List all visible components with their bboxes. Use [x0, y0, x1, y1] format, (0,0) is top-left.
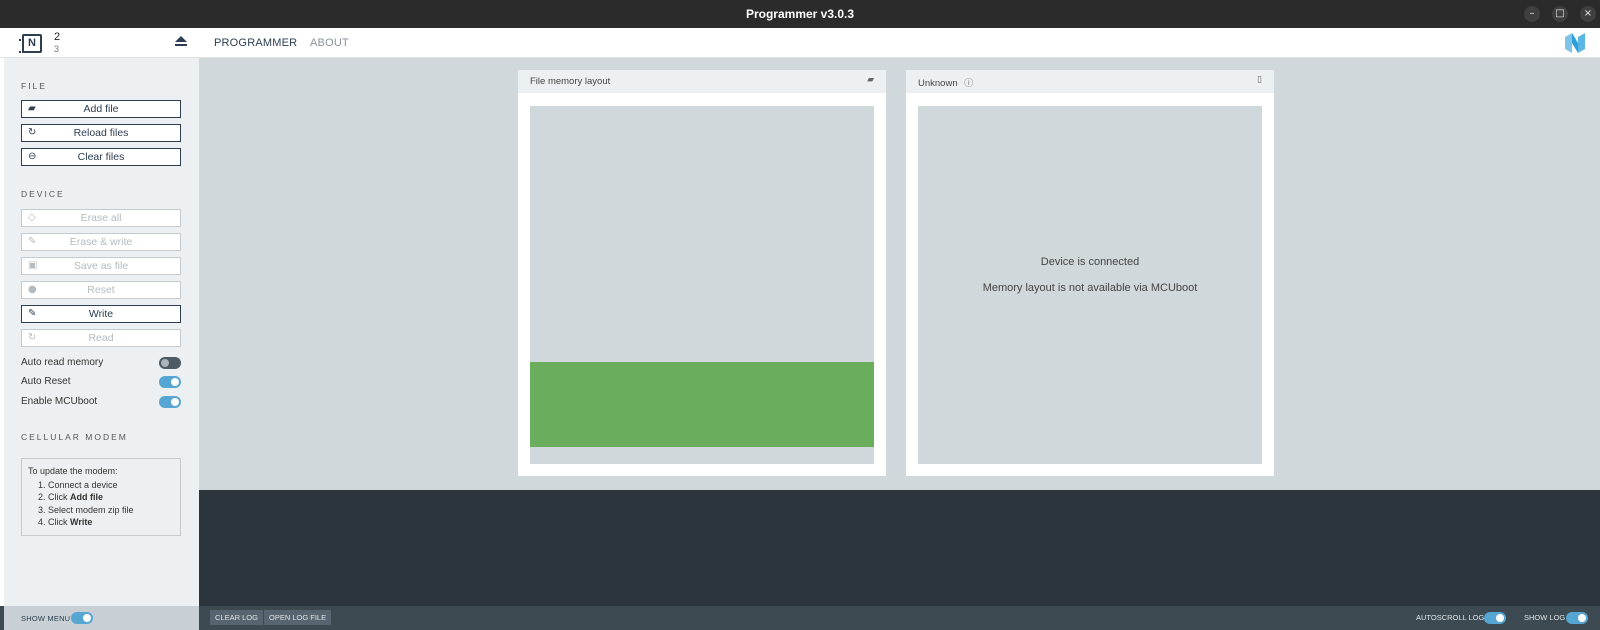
folder-open-icon: ▰	[28, 103, 36, 114]
minus-circle-icon: ⊖	[28, 151, 37, 162]
show-log-toggle[interactable]	[1566, 612, 1588, 624]
modem-steps: Connect a device Click Add file Select m…	[28, 479, 174, 529]
nordic-logo-icon	[1565, 33, 1585, 53]
auto-reset-label: Auto Reset	[21, 376, 71, 387]
auto-read-memory-label: Auto read memory	[21, 357, 104, 368]
maximize-icon[interactable]: □	[1552, 6, 1568, 22]
modem-instructions: To update the modem: Connect a device Cl…	[21, 458, 181, 536]
device-memory-map: Device is connected Memory layout is not…	[918, 106, 1262, 464]
clear-files-label: Clear files	[77, 151, 125, 163]
tab-programmer[interactable]: PROGRAMMER	[214, 37, 297, 49]
folder-icon[interactable]: ▰	[867, 75, 874, 85]
modem-step-3: Select modem zip file	[48, 504, 174, 517]
erase-all-button[interactable]: ◇ Erase all	[21, 209, 181, 227]
reload-files-button[interactable]: ↻ Reload files	[21, 124, 181, 142]
device-memory-header: Unknown ⓘ ▯	[906, 70, 1274, 93]
show-log-label: SHOW LOG	[1524, 613, 1566, 622]
add-file-button[interactable]: ▰ Add file	[21, 100, 181, 118]
eject-icon[interactable]	[175, 36, 187, 48]
record-icon: ●	[28, 284, 37, 295]
window-edge	[0, 530, 4, 580]
read-button[interactable]: ↻ Read	[21, 329, 181, 347]
top-nav: N 2 3 PROGRAMMER ABOUT	[0, 28, 1600, 58]
modem-intro: To update the modem:	[28, 466, 118, 476]
modem-step-1: Connect a device	[48, 479, 174, 492]
auto-read-memory-row: Auto read memory	[21, 357, 181, 371]
save-as-file-label: Save as file	[73, 260, 129, 272]
tab-about[interactable]: ABOUT	[310, 37, 349, 49]
layout-unavailable-message: Memory layout is not available via MCUbo…	[982, 282, 1198, 294]
device-id-secondary: 3	[54, 44, 60, 54]
erase-write-label: Erase & write	[69, 236, 133, 248]
auto-read-memory-toggle[interactable]	[159, 357, 181, 369]
file-memory-region[interactable]	[530, 362, 874, 447]
device-id[interactable]: 2	[54, 31, 60, 43]
device-section-title: DEVICE	[21, 189, 65, 199]
autoscroll-log-toggle[interactable]	[1484, 612, 1506, 624]
device-memory-title: Unknown	[918, 78, 958, 89]
erase-all-label: Erase all	[80, 212, 122, 224]
device-memory-card: Unknown ⓘ ▯ Device is connected Memory l…	[906, 70, 1274, 476]
write-label: Write	[88, 308, 114, 320]
clear-files-button[interactable]: ⊖ Clear files	[21, 148, 181, 166]
cellular-modem-section-title: CELLULAR MODEM	[21, 432, 128, 442]
add-file-label: Add file	[83, 103, 119, 115]
enable-mcuboot-label: Enable MCUboot	[21, 396, 98, 407]
close-icon[interactable]: ×	[1580, 6, 1596, 22]
pencil-icon: ✎	[28, 308, 37, 319]
window-title: Programmer v3.0.3	[745, 7, 855, 21]
reload-files-label: Reload files	[73, 127, 129, 139]
show-menu-label: SHOW MENU	[21, 614, 71, 623]
auto-reset-toggle[interactable]	[159, 376, 181, 388]
file-memory-map	[530, 106, 874, 464]
clear-log-button[interactable]: CLEAR LOG	[210, 610, 263, 625]
minimize-icon[interactable]: –	[1524, 6, 1540, 22]
reload-icon: ↻	[28, 332, 37, 343]
device-chip-icon[interactable]: N	[19, 34, 42, 53]
device-icon: ▯	[1257, 75, 1262, 85]
show-menu-toggle[interactable]	[71, 612, 93, 624]
save-icon: ▣	[28, 260, 38, 271]
main-content: File memory layout ▰ Unknown ⓘ ▯ Device …	[199, 58, 1600, 490]
info-icon[interactable]: ⓘ	[964, 79, 973, 89]
save-as-file-button[interactable]: ▣ Save as file	[21, 257, 181, 275]
autoscroll-log-label: AUTOSCROLL LOG	[1416, 613, 1485, 622]
modem-step-2: Click Add file	[48, 491, 174, 504]
reset-button[interactable]: ● Reset	[21, 281, 181, 299]
eraser-icon: ◇	[28, 212, 36, 223]
file-memory-card: File memory layout ▰	[518, 70, 886, 476]
sidebar-footer: SHOW MENU	[4, 606, 199, 630]
reset-label: Reset	[87, 284, 115, 296]
read-label: Read	[88, 332, 114, 344]
erase-write-button[interactable]: ✎ Erase & write	[21, 233, 181, 251]
open-log-file-button[interactable]: OPEN LOG FILE	[264, 610, 332, 625]
pencil-icon: ✎	[28, 236, 37, 247]
write-button[interactable]: ✎ Write	[21, 305, 181, 323]
log-panel	[199, 490, 1600, 606]
modem-step-4: Click Write	[48, 516, 174, 529]
device-connected-message: Device is connected	[1040, 256, 1140, 268]
file-memory-header: File memory layout ▰	[518, 70, 886, 93]
bottom-bar: SHOW MENU CLEAR LOG OPEN LOG FILE AUTOSC…	[0, 606, 1600, 630]
title-bar: Programmer v3.0.3 – □ ×	[0, 0, 1600, 28]
enable-mcuboot-row: Enable MCUboot	[21, 396, 181, 410]
sidebar: FILE ▰ Add file ↻ Reload files ⊖ Clear f…	[4, 58, 199, 606]
file-memory-title: File memory layout	[530, 76, 611, 87]
enable-mcuboot-toggle[interactable]	[159, 396, 181, 408]
file-section-title: FILE	[21, 81, 47, 91]
app-window: Programmer v3.0.3 – □ × N 2 3 PROGRAMMER…	[0, 0, 1600, 630]
reload-icon: ↻	[28, 127, 37, 138]
auto-reset-row: Auto Reset	[21, 376, 181, 390]
